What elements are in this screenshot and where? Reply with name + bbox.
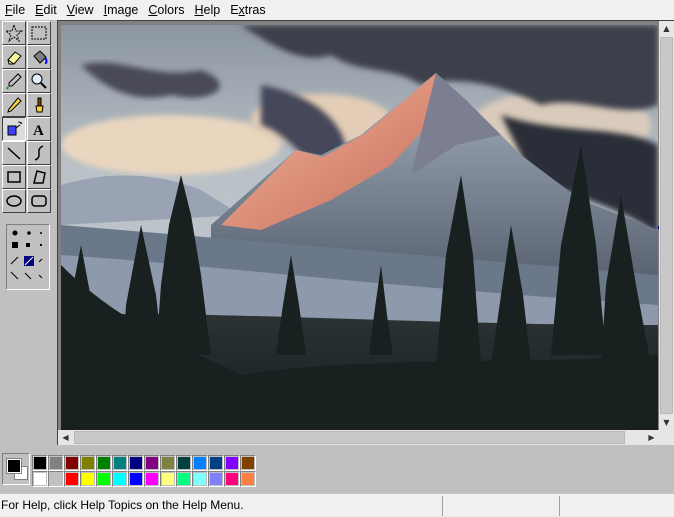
menu-view[interactable]: View [62,0,99,20]
text-a-icon: A [33,123,44,138]
airbrush-icon [7,121,22,136]
palette-swatch[interactable] [32,471,48,487]
fill-tool[interactable] [27,45,51,69]
drawing-canvas[interactable] [61,25,658,430]
eraser-icon [7,51,22,65]
palette-swatch[interactable] [48,471,64,487]
scrollbar-corner [659,430,674,445]
svg-text:A: A [33,123,44,138]
rounded-rectangle-tool[interactable] [27,189,51,213]
ellipse-icon [6,195,22,207]
palette-swatch[interactable] [112,455,128,471]
line-tool[interactable] [2,141,26,165]
eyedropper-icon [6,73,22,90]
horizontal-scrollbar[interactable]: ◀ ▶ [58,430,659,445]
curve-tool[interactable] [27,141,51,165]
status-help-text: For Help, click Help Topics on the Help … [1,498,244,512]
free-form-select-tool[interactable] [2,21,26,45]
palette-swatch[interactable] [176,455,192,471]
palette-swatch[interactable] [192,455,208,471]
magnifier-tool[interactable] [27,69,51,93]
rect-select-tool[interactable] [27,21,51,45]
palette-swatch[interactable] [208,455,224,471]
palette-swatch[interactable] [128,471,144,487]
menu-extras[interactable]: Extras [225,0,270,20]
rect-select-icon [31,26,47,40]
menu-help[interactable]: Help [189,0,225,20]
menu-colors[interactable]: Colors [143,0,189,20]
pencil-tool[interactable] [2,93,26,117]
palette-swatch[interactable] [128,455,144,471]
palette-swatch[interactable] [80,455,96,471]
airbrush-size-options-icon [10,230,43,280]
palette-swatch[interactable] [144,455,160,471]
polygon-icon [33,170,46,184]
text-tool[interactable]: A [27,117,51,141]
star-select-icon [5,24,23,42]
status-pane-size [559,496,674,516]
eraser-tool[interactable] [2,45,26,69]
menu-edit[interactable]: Edit [30,0,62,20]
status-bar: For Help, click Help Topics on the Help … [0,493,674,517]
paint-bucket-icon [33,50,48,64]
horizontal-scroll-thumb[interactable] [74,431,625,444]
scroll-left-button[interactable]: ◀ [58,430,73,445]
color-palette [32,455,258,487]
toolbox: A [0,20,56,445]
ellipse-tool[interactable] [2,189,26,213]
brush-icon [35,97,44,113]
vertical-scrollbar[interactable]: ▲ ▼ [659,21,674,430]
rectangle-tool[interactable] [2,165,26,189]
airbrush-tool[interactable] [2,117,26,141]
mountain-landscape-image [61,25,658,430]
brush-tool[interactable] [27,93,51,117]
palette-swatch[interactable] [64,455,80,471]
pick-color-tool[interactable] [2,69,26,93]
palette-swatch[interactable] [224,455,240,471]
palette-swatch[interactable] [96,455,112,471]
tool-options-panel[interactable] [6,224,50,290]
status-pane-coordinates [442,496,559,516]
palette-swatch[interactable] [192,471,208,487]
palette-swatch[interactable] [80,471,96,487]
palette-swatch[interactable] [224,471,240,487]
rectangle-icon [7,171,21,183]
paint-window: File Edit View Image Colors Help Extras A [0,0,674,517]
menu-image[interactable]: Image [99,0,144,20]
palette-swatch[interactable] [176,471,192,487]
polygon-tool[interactable] [27,165,51,189]
palette-swatch[interactable] [64,471,80,487]
menu-bar: File Edit View Image Colors Help Extras [0,0,674,20]
palette-swatch[interactable] [112,471,128,487]
magnifier-icon [31,73,47,89]
palette-swatch[interactable] [32,455,48,471]
palette-swatch[interactable] [240,455,256,471]
scroll-right-button[interactable]: ▶ [644,430,659,445]
curve-icon [34,145,44,161]
palette-swatch[interactable] [160,471,176,487]
palette-swatch[interactable] [144,471,160,487]
palette-swatch[interactable] [48,455,64,471]
rounded-rect-icon [31,195,47,207]
palette-swatch[interactable] [160,455,176,471]
scroll-down-button[interactable]: ▼ [659,415,674,430]
canvas-area: ▲ ▼ ◀ ▶ [57,20,674,445]
pencil-icon [7,97,22,113]
color-palette-bar [0,447,674,492]
scroll-up-button[interactable]: ▲ [659,21,674,36]
palette-swatch[interactable] [240,471,256,487]
menu-file[interactable]: File [0,0,30,20]
current-colors-indicator [2,453,30,485]
line-icon [7,147,21,160]
foreground-color-swatch [6,458,22,474]
palette-swatch[interactable] [208,471,224,487]
vertical-scroll-thumb[interactable] [660,37,673,414]
palette-swatch[interactable] [96,471,112,487]
